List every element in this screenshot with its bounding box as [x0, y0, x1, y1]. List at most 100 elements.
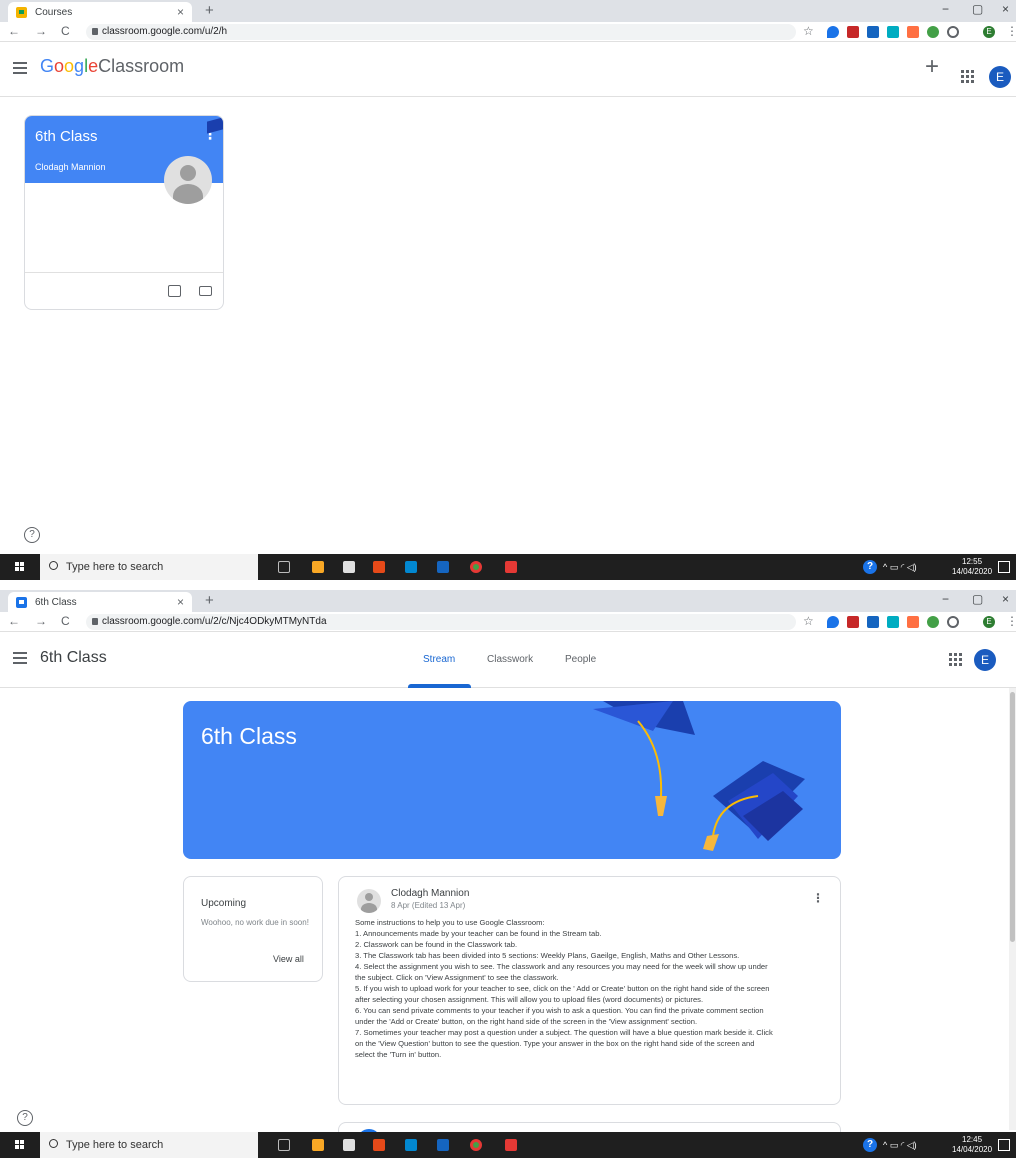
main-menu-icon[interactable]	[13, 62, 27, 74]
lock-icon	[92, 28, 98, 35]
file-explorer-icon[interactable]	[312, 1139, 324, 1151]
url-field[interactable]: classroom.google.com/u/2/c/Njc4ODkyMTMyN…	[86, 614, 796, 630]
office-icon[interactable]	[373, 1139, 385, 1151]
store-icon[interactable]	[343, 561, 355, 573]
chrome-icon[interactable]	[470, 561, 482, 573]
browser-menu-icon[interactable]: ⋮	[1006, 24, 1016, 38]
extension-shield-icon[interactable]	[827, 26, 839, 38]
windows-start-icon[interactable]	[15, 1140, 25, 1150]
google-apps-icon[interactable]	[949, 653, 962, 666]
word-icon[interactable]	[437, 561, 449, 573]
help-icon[interactable]: ?	[24, 527, 40, 543]
forward-arrow-icon[interactable]: →	[35, 614, 47, 628]
extension-tile-icon[interactable]	[887, 26, 899, 38]
extension-capture-icon[interactable]	[907, 616, 919, 628]
lock-icon	[92, 618, 98, 625]
notifications-icon[interactable]	[998, 1139, 1010, 1151]
extension-circle-icon[interactable]	[947, 616, 959, 628]
word-icon[interactable]	[437, 1139, 449, 1151]
close-window-button[interactable]: ×	[1002, 592, 1009, 606]
notifications-icon[interactable]	[998, 561, 1010, 573]
url-field[interactable]: classroom.google.com/u/2/h	[86, 24, 796, 40]
maximize-button[interactable]: ▢	[972, 2, 983, 16]
new-tab-button[interactable]: +	[205, 592, 214, 609]
gmail-icon[interactable]	[505, 561, 517, 573]
taskbar-search-box[interactable]: Type here to search	[40, 554, 258, 580]
chrome-icon[interactable]	[470, 1139, 482, 1151]
assignment-icon[interactable]	[168, 285, 181, 297]
page-scrollbar[interactable]	[1009, 688, 1016, 1130]
back-arrow-icon[interactable]: ←	[8, 24, 20, 38]
browser-tab-courses[interactable]: Courses ×	[8, 2, 192, 22]
class-card[interactable]: 6th Class Clodagh Mannion ⋮	[24, 115, 224, 310]
account-avatar[interactable]: E	[974, 649, 996, 671]
class-header: 6th Class Stream Classwork People E	[0, 633, 1016, 688]
new-tab-button[interactable]: +	[205, 2, 214, 19]
tab-close-icon[interactable]: ×	[177, 5, 184, 19]
help-tray-icon[interactable]: ?	[863, 560, 877, 574]
tab-close-icon[interactable]: ×	[177, 595, 184, 609]
task-view-icon[interactable]	[278, 561, 290, 573]
clock-time: 12:45	[962, 1135, 983, 1144]
windows-taskbar: Type here to search ? ^ ▭ ◜ ◁) 12:55 14/…	[0, 554, 1016, 580]
extension-pdf-icon[interactable]	[847, 616, 859, 628]
system-tray-icons[interactable]: ^ ▭ ◜ ◁)	[883, 1140, 917, 1151]
tab-people[interactable]: People	[565, 654, 596, 665]
browser-tab-class[interactable]: 6th Class ×	[8, 592, 192, 612]
system-tray-icons[interactable]: ^ ▭ ◜ ◁)	[883, 562, 917, 573]
extension-chart-icon[interactable]	[867, 26, 879, 38]
office-icon[interactable]	[373, 561, 385, 573]
bookmark-star-icon[interactable]: ☆	[803, 24, 814, 38]
extension-shield-icon[interactable]	[827, 616, 839, 628]
mail-icon[interactable]	[405, 561, 417, 573]
post-body: Some instructions to help you to use Goo…	[355, 917, 833, 1060]
gmail-icon[interactable]	[505, 1139, 517, 1151]
extension-tile-icon[interactable]	[887, 616, 899, 628]
taskbar-clock[interactable]: 12:55 14/04/2020	[952, 557, 992, 577]
post-menu-icon[interactable]: ⋮	[812, 891, 824, 905]
help-tray-icon[interactable]: ?	[863, 1138, 877, 1152]
post-line: 2. Classwork can be found in the Classwo…	[355, 940, 518, 949]
extension-pdf-icon[interactable]	[847, 26, 859, 38]
tab-classwork[interactable]: Classwork	[487, 654, 533, 665]
google-classroom-logo[interactable]: GoogleClassroom	[40, 56, 184, 77]
profile-avatar[interactable]: E	[983, 616, 995, 628]
bookmark-star-icon[interactable]: ☆	[803, 614, 814, 628]
minimize-button[interactable]: −	[942, 2, 949, 16]
google-apps-icon[interactable]	[961, 70, 974, 83]
extension-chart-icon[interactable]	[867, 616, 879, 628]
account-avatar[interactable]: E	[989, 66, 1011, 88]
class-card-title[interactable]: 6th Class	[35, 128, 98, 145]
maximize-button[interactable]: ▢	[972, 592, 983, 606]
help-icon[interactable]: ?	[17, 1110, 33, 1126]
search-icon	[49, 1139, 58, 1148]
announcement-post: Clodagh Mannion 8 Apr (Edited 13 Apr) ⋮ …	[338, 876, 841, 1105]
extension-capture-icon[interactable]	[907, 26, 919, 38]
store-icon[interactable]	[343, 1139, 355, 1151]
reload-icon[interactable]: C	[61, 24, 70, 38]
minimize-button[interactable]: −	[942, 592, 949, 606]
windows-taskbar: Type here to search ? ^ ▭ ◜ ◁) 12:45 14/…	[0, 1132, 1016, 1158]
extension-plus-icon[interactable]	[927, 616, 939, 628]
windows-start-icon[interactable]	[15, 562, 25, 572]
folder-icon[interactable]	[199, 286, 212, 296]
browser-menu-icon[interactable]: ⋮	[1006, 614, 1016, 628]
profile-avatar[interactable]: E	[983, 26, 995, 38]
close-window-button[interactable]: ×	[1002, 2, 1009, 16]
extension-plus-icon[interactable]	[927, 26, 939, 38]
main-menu-icon[interactable]	[13, 652, 27, 664]
tab-stream[interactable]: Stream	[423, 654, 455, 665]
add-class-button[interactable]: +	[925, 53, 939, 81]
mail-icon[interactable]	[405, 1139, 417, 1151]
reload-icon[interactable]: C	[61, 614, 70, 628]
extension-circle-icon[interactable]	[947, 26, 959, 38]
taskbar-clock[interactable]: 12:45 14/04/2020	[952, 1135, 992, 1155]
back-arrow-icon[interactable]: ←	[8, 614, 20, 628]
view-all-link[interactable]: View all	[273, 954, 304, 964]
forward-arrow-icon[interactable]: →	[35, 24, 47, 38]
taskbar-search-box[interactable]: Type here to search	[40, 1132, 258, 1158]
file-explorer-icon[interactable]	[312, 561, 324, 573]
class-favicon-icon	[16, 596, 27, 608]
class-name[interactable]: 6th Class	[40, 649, 107, 667]
task-view-icon[interactable]	[278, 1139, 290, 1151]
